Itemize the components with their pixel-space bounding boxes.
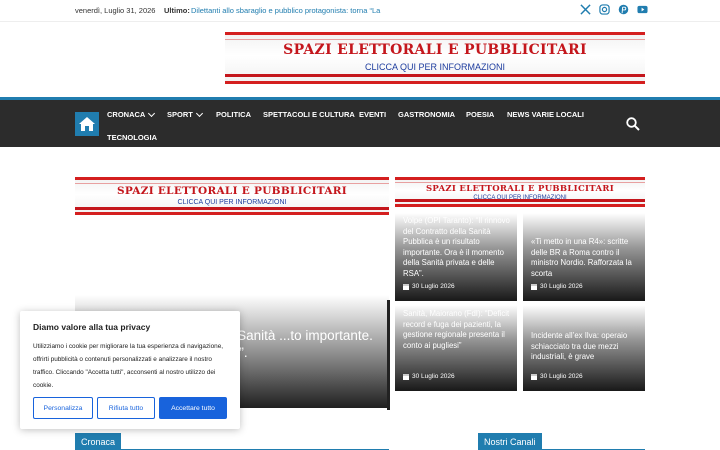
ad-title: SPAZI ELETTORALI E PUBBLICITARI — [116, 185, 348, 197]
article-title[interactable]: Volpe (OPI Taranto): “Il rinnovo del Con… — [403, 216, 513, 279]
calendar-icon — [531, 283, 537, 290]
latest-news-ticker[interactable]: Dilettanti allo sbaraglio e pubblico pro… — [191, 6, 391, 15]
article-date-text: 30 Luglio 2026 — [412, 283, 455, 290]
instagram-icon[interactable] — [599, 4, 610, 15]
article-date-text: 30 Luglio 2026 — [412, 373, 455, 380]
nav-item-spettacoli[interactable]: SPETTACOLI E CULTURA — [263, 110, 355, 119]
customize-button[interactable]: Personalizza — [33, 397, 93, 419]
section-header-nostri-canali[interactable]: Nostri Canali — [478, 433, 542, 450]
article-date-text: 30 Luglio 2026 — [540, 283, 583, 290]
accept-all-button[interactable]: Accettare tutto — [159, 397, 227, 419]
article-card[interactable]: «Ti metto in una R4»: scritte delle BR a… — [523, 213, 645, 301]
article-date: 30 Luglio 2026 — [403, 373, 455, 380]
nav-item-sport[interactable]: SPORT — [167, 109, 203, 119]
article-card[interactable]: Incidente all’ex Ilva: operaio schiaccia… — [523, 305, 645, 391]
nav-item-cronaca[interactable]: CRONACA — [107, 109, 156, 119]
content-ad-banner-left[interactable]: SPAZI ELETTORALI E PUBBLICITARI CLICCA Q… — [75, 177, 389, 215]
youtube-icon[interactable] — [637, 4, 648, 15]
nav-item-label: GASTRONOMIA — [398, 110, 456, 119]
ad-subtitle: CLICCA QUI PER INFORMAZIONI — [364, 62, 505, 72]
nav-item-label: CRONACA — [107, 110, 146, 119]
pinterest-icon[interactable] — [618, 4, 629, 15]
current-date: venerdì, Luglio 31, 2026 — [75, 6, 156, 15]
home-button[interactable] — [75, 112, 99, 136]
nav-item-label: SPORT — [167, 110, 193, 119]
latest-news-label: Ultimo: — [164, 6, 190, 15]
reject-all-button[interactable]: Rifiuta tutto — [97, 397, 155, 419]
cookie-title: Diamo valore alla tua privacy — [33, 322, 151, 332]
calendar-icon — [403, 283, 409, 290]
site-header: SPAZI ELETTORALI E PUBBLICITARI CLICCA Q… — [0, 22, 720, 98]
ad-title: SPAZI ELETTORALI E PUBBLICITARI — [425, 184, 614, 194]
article-title[interactable]: «Ti metto in una R4»: scritte delle BR a… — [531, 237, 641, 279]
nav-item-eventi[interactable]: EVENTI — [359, 110, 386, 119]
article-title[interactable]: Incidente all’ex Ilva: operaio schiaccia… — [531, 331, 641, 363]
calendar-icon — [531, 373, 537, 380]
ad-subtitle: CLICCA QUI PER INFORMAZIONI — [177, 199, 287, 206]
article-date: 30 Luglio 2026 — [531, 283, 583, 290]
main-navigation: CRONACA SPORT POLITICA SPETTACOLI E CULT… — [0, 97, 720, 147]
chevron-down-icon — [195, 109, 203, 117]
article-date-text: 30 Luglio 2026 — [540, 373, 583, 380]
section-header-cronaca[interactable]: Cronaca — [75, 433, 122, 450]
cookie-consent-dialog: Diamo valore alla tua privacy Utilizziam… — [20, 311, 240, 429]
nav-item-poesia[interactable]: POESIA — [466, 110, 494, 119]
nav-item-label: EVENTI — [359, 110, 387, 119]
x-icon[interactable] — [580, 4, 591, 15]
cookie-text: Utilizziamo i cookie per migliorare la t… — [33, 343, 224, 389]
article-title[interactable]: Sanità, Maiorano (FdI): “Deficit record … — [403, 309, 513, 351]
article-card[interactable]: Sanità, Maiorano (FdI): “Deficit record … — [395, 305, 517, 391]
nav-item-label: NEWS VARIE LOCALI — [507, 110, 584, 119]
social-links — [580, 4, 648, 15]
card-divider — [387, 300, 390, 410]
nav-item-label: POESIA — [466, 110, 495, 119]
content-ad-banner-right[interactable]: SPAZI ELETTORALI E PUBBLICITARI CLICCA Q… — [395, 177, 645, 207]
nav-item-politica[interactable]: POLITICA — [216, 110, 251, 119]
article-date: 30 Luglio 2026 — [531, 373, 583, 380]
nav-item-news-varie[interactable]: NEWS VARIE LOCALI — [507, 110, 584, 119]
nav-item-label: TECNOLOGIA — [107, 133, 157, 142]
article-card[interactable]: Volpe (OPI Taranto): “Il rinnovo del Con… — [395, 213, 517, 301]
nav-item-gastronomia[interactable]: GASTRONOMIA — [398, 110, 455, 119]
nav-item-label: POLITICA — [216, 110, 251, 119]
nav-item-label: SPETTACOLI E CULTURA — [263, 110, 355, 119]
article-date: 30 Luglio 2026 — [403, 283, 455, 290]
ad-title: SPAZI ELETTORALI E PUBBLICITARI — [283, 42, 587, 58]
calendar-icon — [403, 373, 409, 380]
header-ad-banner[interactable]: SPAZI ELETTORALI E PUBBLICITARI CLICCA Q… — [225, 32, 645, 84]
home-icon — [79, 117, 95, 131]
search-icon[interactable] — [626, 117, 640, 131]
chevron-down-icon — [148, 109, 156, 117]
top-bar: venerdì, Luglio 31, 2026 Ultimo: Diletta… — [0, 0, 720, 22]
nav-item-tecnologia[interactable]: TECNOLOGIA — [107, 133, 157, 142]
